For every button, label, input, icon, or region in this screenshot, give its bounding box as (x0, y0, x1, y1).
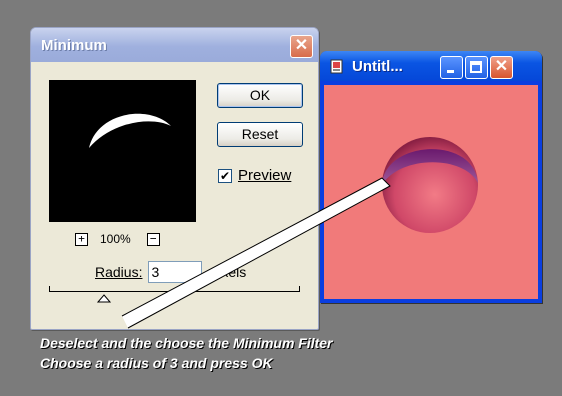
instruction-caption: Deselect and the choose the Minimum Filt… (40, 333, 333, 373)
caption-line-1: Deselect and the choose the Minimum Filt… (40, 335, 333, 351)
caption-line-2: Choose a radius of 3 and press OK (40, 355, 273, 371)
